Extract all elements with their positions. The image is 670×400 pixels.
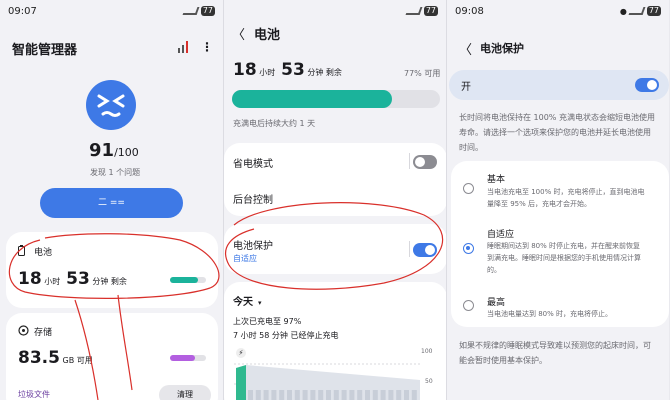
power-saving-toggle[interactable]: [413, 155, 437, 169]
option-maximum-title: 最高: [487, 298, 506, 308]
back-button[interactable]: 〈: [232, 24, 245, 43]
battery-protection-screen: 09:08 ● 77 〈 电池保护 开 长时间将电池保持在 100% 充满电状态会…: [446, 0, 669, 400]
option-basic-title: 基本: [487, 175, 506, 185]
option-adaptive[interactable]: 自适应 睡眠期间达到 80% 时停止充电，并在醒来前恢复 到满充电。睡眠时间是根据…: [451, 214, 669, 278]
status-bar: 77: [224, 0, 446, 22]
protection-options-card: 基本 当电池充电至 100% 时，充电将停止，直到电池电 量降至 95% 后，充电…: [451, 161, 669, 327]
battery-level-bar: [232, 90, 440, 108]
master-switch-toggle[interactable]: [635, 78, 659, 92]
status-bar: 09:08 ● 77: [447, 0, 669, 22]
battery-screen: 77 〈 电池 18 小时 53 分钟 剩余 77% 可用 充满电后持续大约 1…: [223, 0, 446, 400]
signal-icon: [405, 7, 423, 15]
charge-duration: 充满电后持续大约 1 天: [233, 119, 316, 128]
status-time: 09:08: [455, 5, 484, 17]
master-switch-row[interactable]: 开: [449, 70, 669, 100]
battery-status-icon: 77: [646, 6, 661, 16]
page-title: 电池保护: [480, 42, 524, 55]
master-switch-label: 开: [461, 82, 471, 93]
power-saving-row[interactable]: 省电模式: [224, 143, 446, 180]
option-basic-desc: 当电池充电至 100% 时，充电将停止，直到电池电 量降至 95% 后，充电才会开…: [487, 188, 645, 208]
signal-icon: [628, 7, 646, 15]
option-adaptive-desc: 睡眠期间达到 80% 时停止充电，并在醒来前恢复 到满充电。睡眠时间是根据您的手机…: [487, 242, 641, 274]
handwritten-annotation-circle: [224, 202, 444, 290]
option-adaptive-title: 自适应: [487, 230, 515, 240]
option-basic-radio[interactable]: [463, 183, 474, 194]
battery-remaining: 18 小时 53 分钟 剩余: [233, 60, 342, 80]
option-adaptive-radio[interactable]: [463, 243, 474, 254]
handwritten-annotation: [8, 233, 220, 400]
battery-status-icon: 77: [423, 6, 438, 16]
location-icon: ●: [619, 6, 627, 16]
option-basic[interactable]: 基本 当电池充电至 100% 时，充电将停止，直到电池电 量降至 95% 后，充电…: [451, 161, 669, 211]
protection-description: 长时间将电池保持在 100% 充满电状态会缩短电池使用 寿命。请选择一个选项来保护…: [459, 113, 655, 152]
battery-percent: 77% 可用: [404, 69, 441, 78]
option-maximum-radio[interactable]: [463, 300, 474, 311]
footer-note: 如果不规律的睡眠模式导致难以预测您的起床时间，可 能会暂时使用基本保护。: [459, 341, 651, 365]
option-maximum-desc: 当电池电量达到 80% 时，充电将停止。: [487, 310, 613, 318]
back-button[interactable]: 〈: [459, 39, 472, 58]
option-maximum[interactable]: 最高 当电池电量达到 80% 时，充电将停止。: [451, 282, 669, 326]
page-title: 电池: [254, 28, 281, 43]
power-saving-label: 省电模式: [233, 159, 273, 170]
